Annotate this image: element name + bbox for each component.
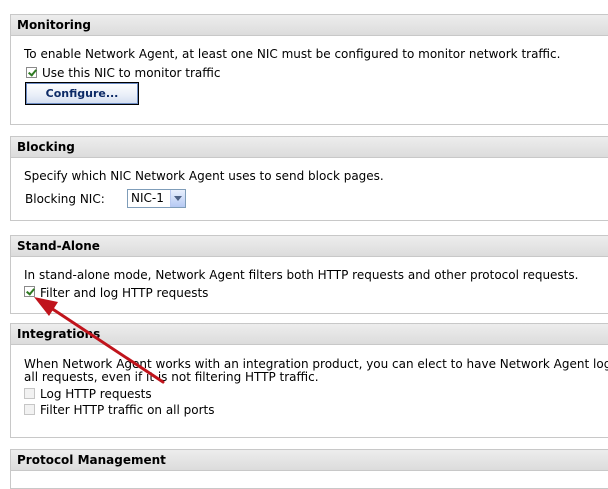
- filter-all-ports-label: Filter HTTP traffic on all ports: [40, 403, 215, 417]
- blocking-nic-value: NIC-1: [131, 191, 164, 205]
- log-http-checkbox[interactable]: [24, 388, 35, 399]
- use-nic-label: Use this NIC to monitor traffic: [42, 66, 221, 80]
- protocol-management-header: Protocol Management: [11, 450, 608, 471]
- blocking-description: Specify which NIC Network Agent uses to …: [24, 169, 384, 183]
- configure-button[interactable]: Configure...: [25, 82, 139, 105]
- filter-all-ports-checkbox[interactable]: [24, 404, 35, 415]
- use-nic-checkbox[interactable]: [26, 67, 37, 78]
- standalone-header: Stand-Alone: [11, 236, 608, 257]
- filter-log-http-checkbox[interactable]: [24, 286, 35, 297]
- blocking-nic-label: Blocking NIC:: [25, 192, 105, 206]
- monitoring-description: To enable Network Agent, at least one NI…: [24, 47, 561, 61]
- monitoring-header: Monitoring: [11, 15, 608, 36]
- integrations-description-line2: all requests, even if it is not filterin…: [24, 370, 319, 384]
- protocol-management-panel: Protocol Management: [10, 449, 608, 489]
- integrations-header: Integrations: [11, 324, 608, 345]
- integrations-description-line1: When Network Agent works with an integra…: [24, 357, 608, 371]
- filter-log-http-label: Filter and log HTTP requests: [40, 286, 209, 300]
- blocking-header: Blocking: [11, 137, 608, 158]
- chevron-down-icon[interactable]: [170, 190, 185, 207]
- blocking-nic-select[interactable]: NIC-1: [127, 189, 186, 208]
- standalone-description: In stand-alone mode, Network Agent filte…: [24, 268, 579, 282]
- log-http-label: Log HTTP requests: [40, 387, 152, 401]
